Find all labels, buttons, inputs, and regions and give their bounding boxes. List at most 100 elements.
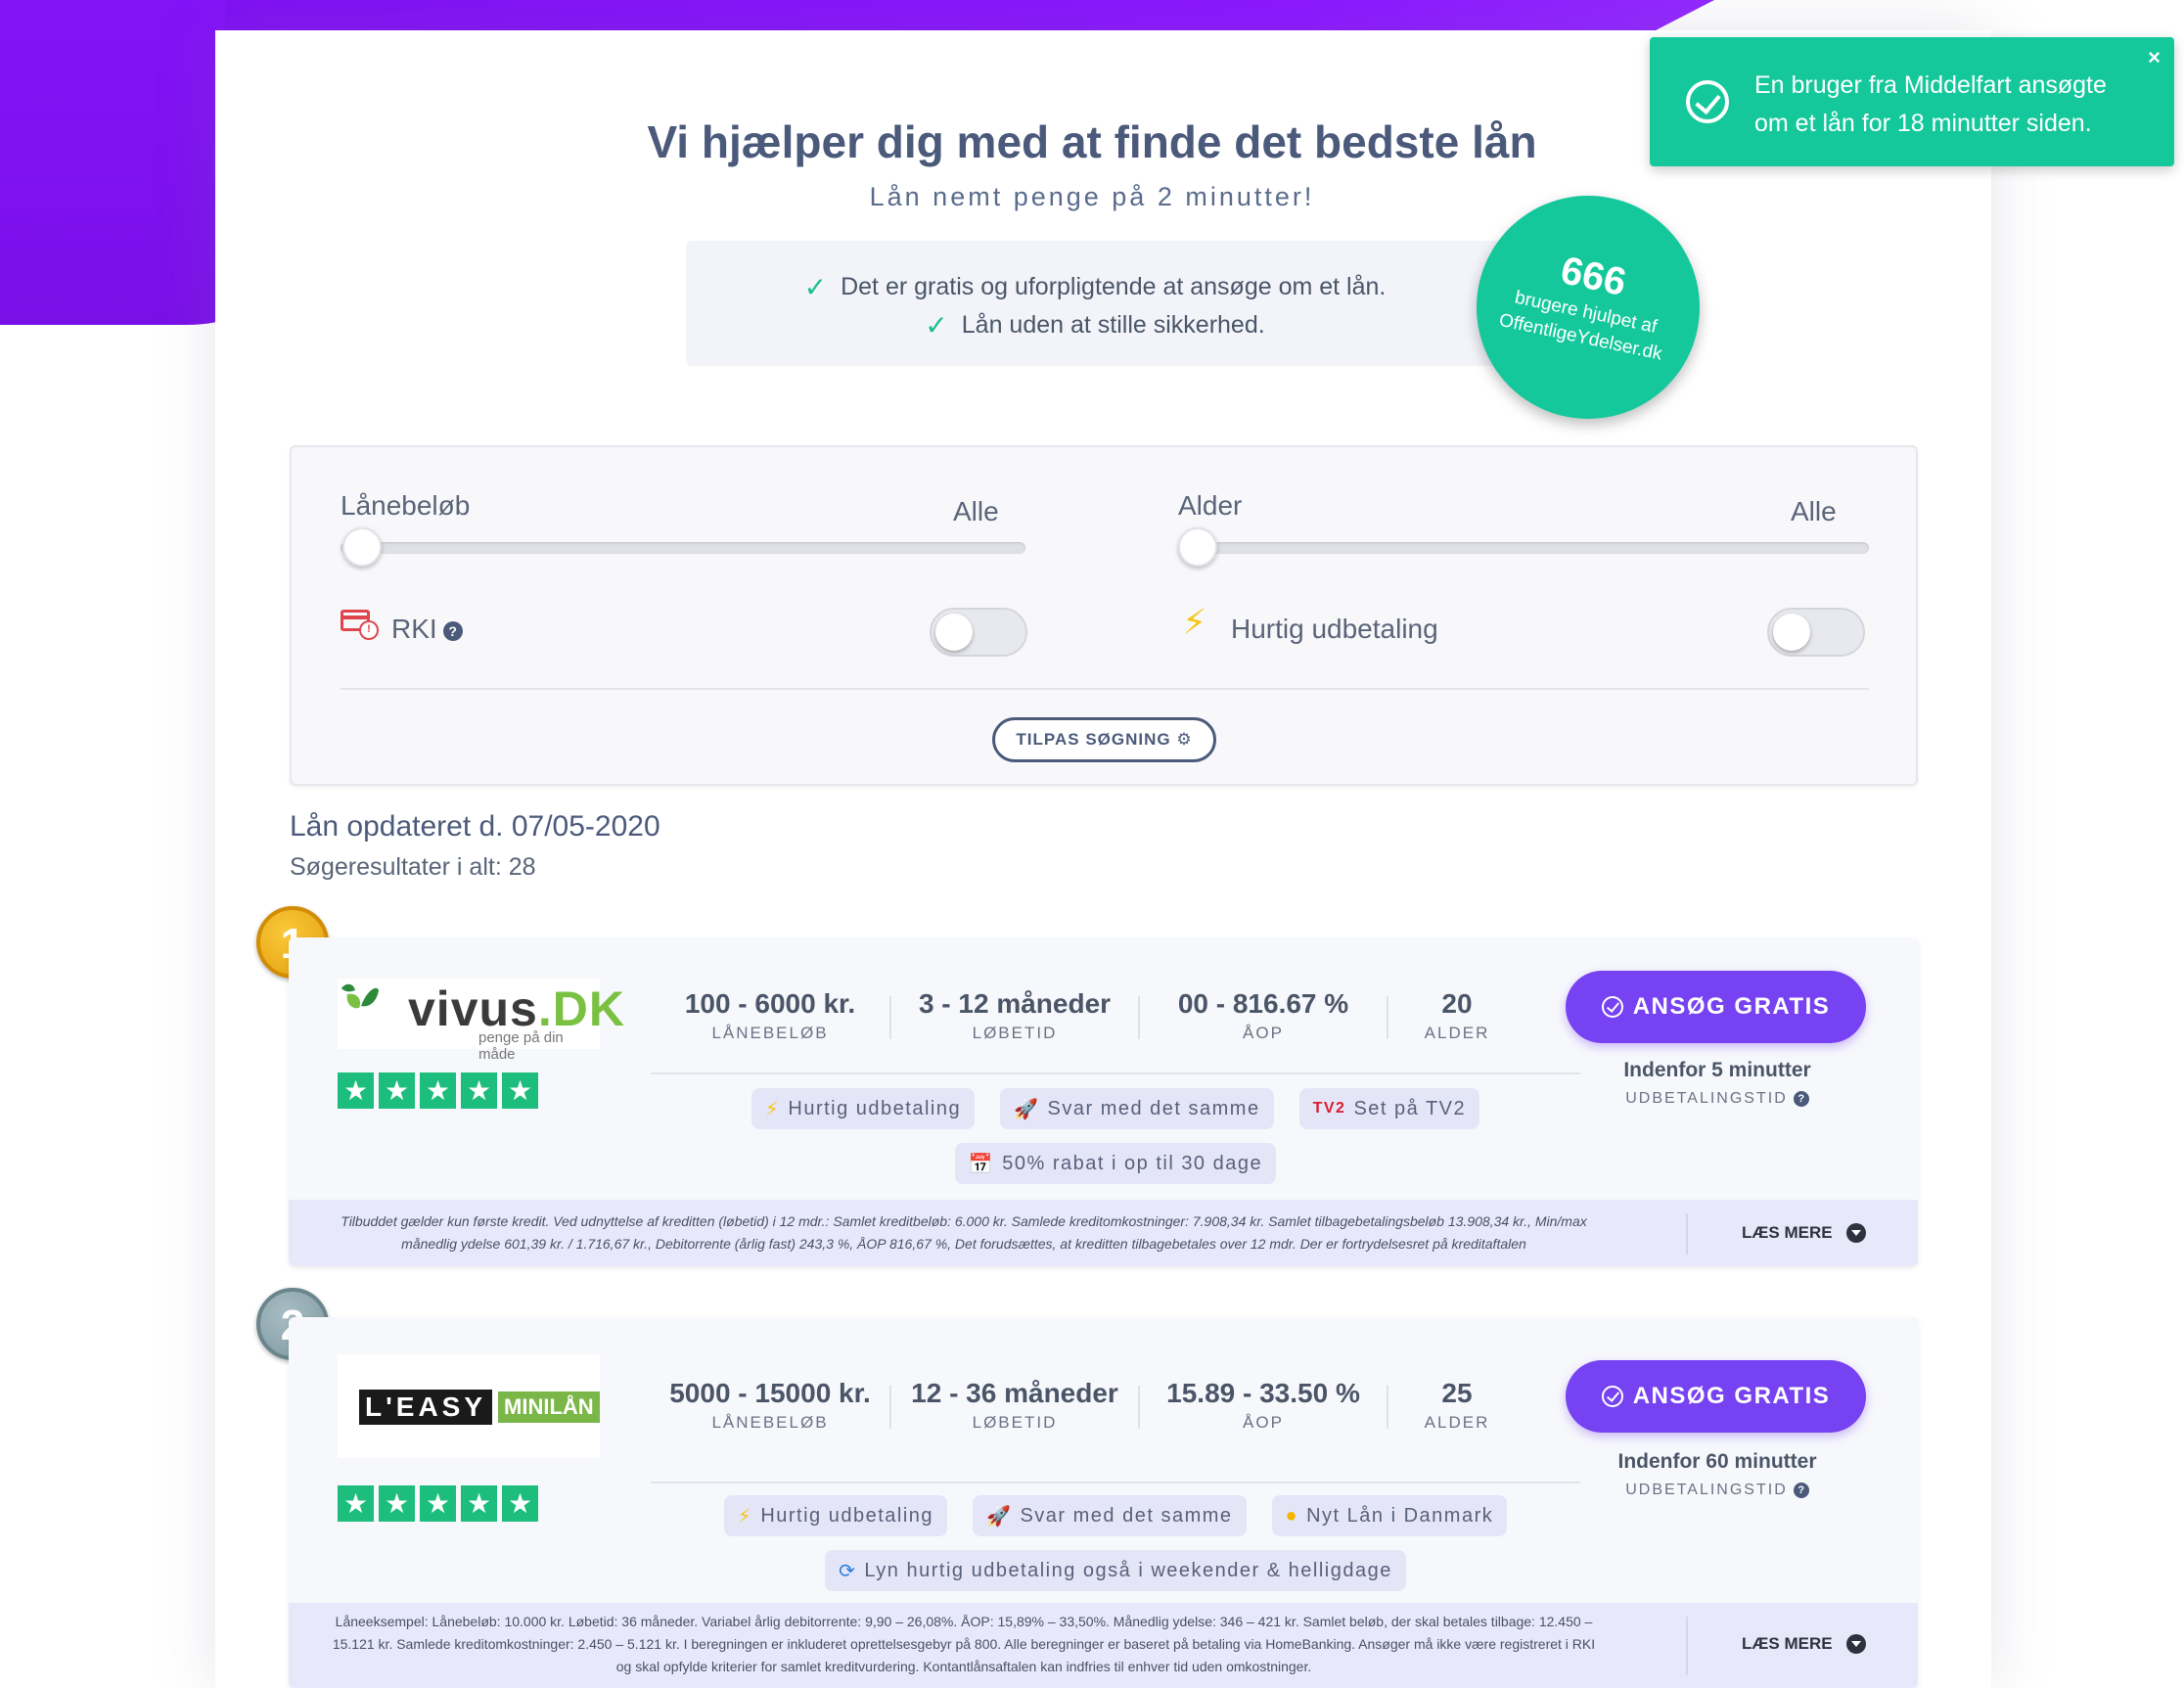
tag-text: Set på TV2 (1353, 1097, 1467, 1119)
tag: 🚀 Svar med det samme (973, 1495, 1247, 1536)
users-helped-badge: 666 brugere hjulpet af OffentligeYdelser… (1477, 196, 1700, 419)
stat-label: ALDER (1424, 1024, 1490, 1042)
apply-button-label: ANSØG GRATIS (1632, 1383, 1831, 1409)
help-icon[interactable]: ? (1793, 1090, 1809, 1107)
tag-text: Hurtig udbetaling (760, 1504, 934, 1527)
stat-label: LØBETID (972, 1413, 1058, 1432)
amount-filter-value: Alle (953, 496, 999, 526)
check-circle-icon (1601, 1386, 1623, 1407)
disclaimer-separator (1686, 1617, 1688, 1675)
help-icon[interactable]: ? (1793, 1482, 1809, 1498)
age-slider-handle[interactable] (1178, 527, 1217, 567)
stat-label: LÅNEBELØB (711, 1024, 829, 1042)
age-filter-label: Alder (1178, 490, 1243, 521)
stat-term: 12 - 36 måneder LØBETID (891, 1380, 1140, 1432)
tag: ⟳ Lyn hurtig udbetaling også i weekender … (825, 1550, 1406, 1591)
rki-label-row: RKI? (391, 614, 463, 645)
check-circle-icon (1686, 80, 1729, 123)
read-more-link[interactable]: LÆS MERE (1742, 1634, 1866, 1654)
payout-time: Indenfor 60 minutter (1617, 1450, 1817, 1473)
notification-message: En bruger fra Middelfart ansøgte om et l… (1754, 71, 2107, 137)
stat-value: 00 - 816.67 % (1177, 988, 1349, 1019)
close-icon[interactable]: × (2148, 45, 2161, 70)
calendar-icon: 📅 (968, 1153, 995, 1175)
star-icon: ★ (338, 1485, 374, 1522)
lender-logo-vivus[interactable]: vivus.DK penge på din måde (338, 979, 624, 1063)
age-filter-value: Alle (1791, 496, 1837, 526)
vivus-wordmark: vivus (408, 981, 538, 1036)
tag: ● Nyt Lån i Danmark (1271, 1495, 1508, 1536)
stat-apr: 00 - 816.67 % ÅOP (1140, 990, 1388, 1042)
star-icon: ★ (379, 1072, 415, 1109)
check-icon: ✓ (925, 310, 948, 341)
loan-disclaimer: Låneeksempel: Lånebeløb: 10.000 kr. Løbe… (289, 1603, 1918, 1688)
card-divider (651, 1072, 1580, 1074)
card-divider (651, 1482, 1580, 1483)
rocket-icon: 🚀 (986, 1505, 1013, 1528)
loan-tags: ⚡ Hurtig udbetaling 🚀 Svar med det samme ●… (651, 1495, 1580, 1591)
filter-panel: Lånebeløb Alle Alder Alle RKI? ⚡ Hurtig … (290, 445, 1918, 786)
stat-value: 12 - 36 måneder (911, 1378, 1118, 1408)
benefit-text: Det er gratis og uforpligtende at ansøge… (841, 273, 1387, 300)
activity-notification: En bruger fra Middelfart ansøgte om et l… (1650, 37, 2174, 166)
tag-text: Svar med det samme (1047, 1097, 1260, 1119)
adjust-search-button[interactable]: TILPAS SØGNING ⚙ (992, 717, 1216, 762)
page-subtitle: Lån nemt penge på 2 minutter! (869, 182, 1315, 211)
benefit-text: Lån uden at stille sikkerhed. (961, 311, 1265, 339)
star-icon: ★ (461, 1072, 497, 1109)
rki-toggle[interactable] (930, 608, 1027, 657)
star-icon: ★ (461, 1485, 497, 1522)
read-more-link[interactable]: LÆS MERE (1742, 1223, 1866, 1243)
stat-label: LØBETID (972, 1024, 1058, 1042)
payout-label: UDBETALINGSTID (1625, 1090, 1788, 1107)
loan-stats: 5000 - 15000 kr. LÅNEBELØB 12 - 36 måned… (651, 1380, 1525, 1433)
stat-value: 20 (1441, 988, 1473, 1019)
star-icon: ★ (338, 1072, 374, 1109)
stat-value: 3 - 12 måneder (918, 988, 1112, 1019)
tag-text: 50% rabat i op til 30 dage (1002, 1152, 1263, 1174)
vivus-dk: .DK (537, 981, 625, 1036)
star-icon: ★ (502, 1485, 538, 1522)
rocket-icon: 🚀 (1014, 1098, 1040, 1120)
top-banner (0, 0, 2184, 30)
lender-logo-leasy[interactable]: L'EASY MINILÅN (338, 1354, 600, 1458)
amount-slider-handle[interactable] (342, 527, 382, 567)
stat-apr: 15.89 - 33.50 % ÅOP (1140, 1380, 1388, 1432)
amount-filter-label: Lånebeløb (341, 490, 471, 521)
trustpilot-rating: ★ ★ ★ ★ ★ (338, 1485, 543, 1522)
disclaimer-separator (1686, 1213, 1688, 1255)
stat-label: ÅOP (1243, 1413, 1284, 1432)
payout-label-row: UDBETALINGSTID? (1531, 1482, 1903, 1499)
apply-button[interactable]: ANSØG GRATIS (1566, 1360, 1866, 1433)
loan-tags: ⚡ Hurtig udbetaling 🚀 Svar med det samme T… (651, 1088, 1580, 1184)
apply-button[interactable]: ANSØG GRATIS (1566, 971, 1866, 1043)
payout-label-row: UDBETALINGSTID? (1531, 1090, 1903, 1108)
results-updated: Lån opdateret d. 07/05-2020 (290, 810, 660, 843)
tag-text: Lyn hurtig udbetaling også i weekender &… (864, 1559, 1392, 1581)
read-more-label: LÆS MERE (1742, 1223, 1833, 1242)
trustpilot-rating: ★ ★ ★ ★ ★ (338, 1072, 543, 1109)
stat-label: LÅNEBELØB (711, 1413, 829, 1432)
tag: 📅 50% rabat i op til 30 dage (954, 1143, 1277, 1184)
payout-time: Indenfor 5 minutter (1623, 1059, 1811, 1081)
leasy-wordmark: L'EASY (359, 1390, 493, 1425)
amount-slider-track[interactable] (341, 542, 1025, 554)
tag-text: Svar med det samme (1020, 1504, 1233, 1527)
tag: TV2 Set på TV2 (1298, 1088, 1480, 1129)
results-count: Søgeresultater i alt: 28 (290, 853, 536, 881)
stat-amount: 5000 - 15000 kr. LÅNEBELØB (651, 1380, 891, 1432)
age-slider-track[interactable] (1178, 542, 1869, 554)
star-icon: ★ (420, 1072, 456, 1109)
apply-button-label: ANSØG GRATIS (1632, 993, 1831, 1020)
fast-payout-toggle[interactable] (1767, 608, 1865, 657)
benefit-item: ✓ Det er gratis og uforpligtende at ansø… (686, 268, 1504, 306)
stat-age: 25 ALDER (1388, 1380, 1525, 1433)
tag: ⚡ Hurtig udbetaling (751, 1088, 976, 1129)
check-icon: ✓ (803, 272, 828, 302)
rki-label: RKI (391, 614, 437, 644)
check-circle-icon (1601, 996, 1623, 1018)
help-icon[interactable]: ? (442, 620, 463, 641)
stat-amount: 100 - 6000 kr. LÅNEBELØB (651, 990, 891, 1042)
lightning-icon: ⚡ (737, 1505, 753, 1528)
tag: 🚀 Svar med det samme (1000, 1088, 1274, 1129)
